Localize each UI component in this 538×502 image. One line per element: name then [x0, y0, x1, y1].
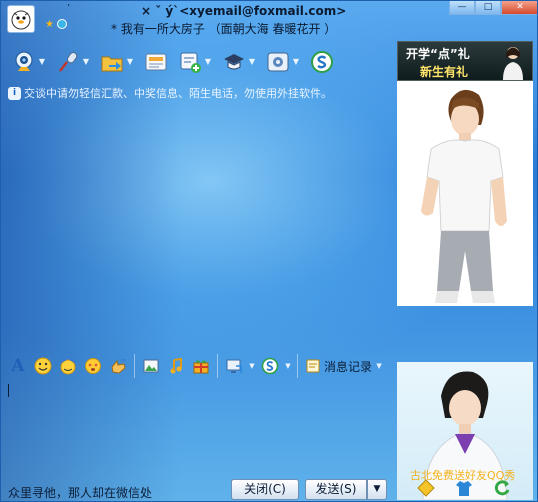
ad-banner[interactable]: 开学“点”礼 新生有礼	[397, 41, 533, 81]
mail-icon	[143, 49, 169, 75]
chevron-down-icon[interactable]: ▼	[125, 49, 135, 75]
magic-emoticon-button[interactable]	[57, 356, 79, 376]
voice-chat-button[interactable]: ▼	[53, 47, 93, 77]
image-icon	[143, 359, 159, 373]
app-button[interactable]: ▼	[219, 47, 259, 77]
microphone-icon	[55, 49, 81, 75]
chevron-down-icon[interactable]: ▼	[375, 362, 383, 370]
minimize-button[interactable]: —	[449, 1, 475, 15]
avatar[interactable]	[7, 5, 35, 33]
font-icon: A	[11, 356, 25, 376]
show-mini-icons	[417, 479, 511, 497]
send-image-button[interactable]	[140, 356, 162, 376]
ad-subtitle: 新生有礼	[420, 65, 469, 79]
chat-toolbar: ▼ ▼ ▼ ▼ ▼ ▼	[9, 47, 337, 77]
toolbar-divider	[297, 354, 298, 378]
chat-window: ’ ★ × ˇ ý`<xyemail@foxmail.com> * 我有一所大房…	[0, 0, 538, 502]
window-controls: — □ ✕	[449, 1, 537, 15]
contact-signature: * 我有一所大房子 （面朝大海 春暖花开 ）	[111, 22, 337, 36]
contact-avatar-figure	[421, 89, 507, 303]
contact-name: × ˇ ý`<xyemail@foxmail.com>	[141, 4, 347, 18]
graduation-cap-icon	[221, 49, 247, 75]
font-button[interactable]: A	[7, 356, 29, 376]
soso-icon	[261, 357, 279, 375]
magic-face-icon	[60, 357, 76, 375]
shirt-icon[interactable]	[455, 479, 473, 497]
hand-icon	[111, 359, 126, 374]
smiley-icon	[34, 357, 52, 375]
screen-capture-icon	[226, 359, 242, 373]
safety-notice-text: 交谈中请勿轻信汇款、中奖信息、陌生电话，勿使用外挂软件。	[24, 87, 332, 100]
input-toolbar: A ▼ ▼ 消息记录 ▼	[7, 354, 383, 378]
diamond-icon[interactable]	[417, 479, 435, 497]
shake-face-icon	[85, 358, 101, 374]
vip-star-icon: ★	[45, 19, 54, 30]
emoticon-button[interactable]	[32, 356, 54, 376]
gift-button[interactable]	[190, 356, 212, 376]
gift-icon	[193, 360, 209, 374]
chevron-down-icon[interactable]: ▼	[284, 362, 292, 370]
title-bar: ’ ★ × ˇ ý`<xyemail@foxmail.com> * 我有一所大房…	[1, 1, 537, 37]
music-note-icon	[170, 357, 182, 374]
create-note-button[interactable]: ▼	[175, 47, 215, 77]
ad-title: 开学“点”礼	[406, 47, 470, 61]
music-button[interactable]	[165, 356, 187, 376]
status-icons: ★	[45, 19, 67, 31]
penguin-icon	[11, 10, 31, 30]
soso-emoticon-button[interactable]	[259, 356, 281, 376]
send-button[interactable]: 发送(S)	[305, 479, 367, 500]
send-options-button[interactable]: ▼	[367, 479, 387, 500]
video-chat-button[interactable]: ▼	[9, 47, 49, 77]
settings-button[interactable]: ▼	[263, 47, 303, 77]
soso-icon	[309, 49, 335, 75]
chevron-down-icon[interactable]: ▼	[248, 362, 256, 370]
my-signature: 众里寻他，那人却在微信处	[8, 486, 153, 500]
safety-notice: i 交谈中请勿轻信汇款、中奖信息、陌生电话，勿使用外挂软件。	[8, 85, 332, 101]
chevron-down-icon[interactable]: ▼	[37, 49, 47, 75]
toolbar-divider	[134, 354, 135, 378]
chevron-down-icon[interactable]: ▼	[291, 49, 301, 75]
text-caret	[8, 384, 9, 397]
history-icon	[306, 359, 320, 373]
online-status-icon	[56, 19, 67, 29]
message-history-label: 消息记录	[324, 359, 373, 374]
message-input[interactable]	[5, 378, 393, 474]
title-mark: ’	[67, 3, 71, 14]
close-window-button[interactable]: ✕	[501, 1, 537, 15]
contact-show-panel[interactable]	[397, 81, 533, 306]
soso-search-button[interactable]	[307, 47, 337, 77]
maximize-button[interactable]: □	[475, 1, 501, 15]
close-button[interactable]: 关闭(C)	[231, 479, 299, 500]
toolbar-divider	[217, 354, 218, 378]
webcam-icon	[11, 49, 37, 75]
student-figure-icon	[503, 47, 523, 80]
settings-icon	[265, 49, 291, 75]
screenshot-button[interactable]	[223, 356, 245, 376]
send-email-button[interactable]	[141, 47, 171, 77]
shield-icon: i	[8, 86, 21, 100]
message-history-button[interactable]: 消息记录 ▼	[305, 358, 383, 375]
send-file-button[interactable]: ▼	[97, 47, 137, 77]
chevron-down-icon[interactable]: ▼	[81, 49, 91, 75]
nudge-button[interactable]	[107, 356, 129, 376]
chevron-down-icon[interactable]: ▼	[203, 49, 213, 75]
add-note-icon	[177, 49, 203, 75]
folder-icon	[99, 49, 125, 75]
refresh-icon[interactable]	[493, 479, 511, 497]
shake-window-button[interactable]	[82, 356, 104, 376]
chevron-down-icon[interactable]: ▼	[247, 49, 257, 75]
